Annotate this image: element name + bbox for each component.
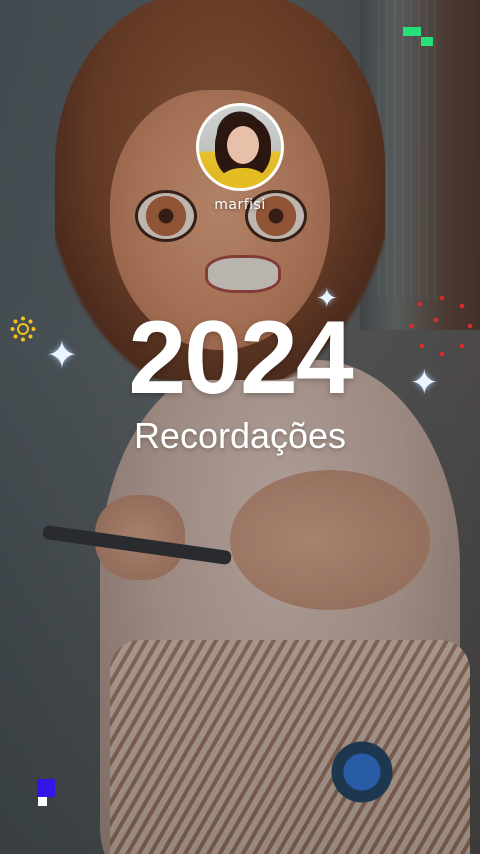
white-pixel-decoration xyxy=(38,797,47,806)
green-pixel-decoration xyxy=(403,27,435,49)
avatar-face xyxy=(227,126,259,164)
blue-pixel-decoration xyxy=(37,779,55,797)
avatar-shirt xyxy=(211,168,275,188)
profile-username[interactable]: marfisi xyxy=(0,197,480,213)
profile-avatar[interactable] xyxy=(196,103,284,191)
year-title: 2024 xyxy=(128,300,353,416)
recordacoes-subtitle: Recordações xyxy=(133,415,347,456)
